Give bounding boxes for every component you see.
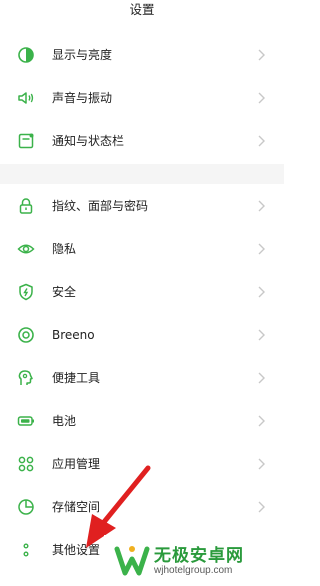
settings-item-tools[interactable]: 便捷工具 [0,357,284,399]
settings-item-label: 其他设置 [52,543,101,557]
chevron-right-icon [258,372,265,384]
settings-item-label: 电池 [52,414,77,428]
chevron-right-icon [258,243,265,255]
chevron-right-icon [258,92,265,104]
chevron-right-icon [258,286,265,298]
apps-icon [18,456,34,472]
settings-item-notification[interactable]: 通知与状态栏 [0,120,284,162]
watermark-title: 无极安卓网 [154,546,244,566]
watermark-url: wjhotelgroup.com [154,565,233,576]
tool-icon [18,370,33,385]
settings-item-security[interactable]: 安全 [0,271,284,313]
chevron-right-icon [258,329,265,341]
settings-item-label: 通知与状态栏 [52,134,125,148]
settings-item-biometrics[interactable]: 指纹、面部与密码 [0,185,284,227]
lock-icon [19,198,33,214]
eye-icon [17,244,35,254]
chevron-right-icon [258,415,265,427]
settings-item-label: 指纹、面部与密码 [52,199,149,213]
settings-item-label: Breeno [52,328,95,342]
chevron-right-icon [258,135,265,147]
settings-item-label: 显示与亮度 [52,48,113,62]
notification-icon [18,133,34,149]
settings-item-privacy[interactable]: 隐私 [0,228,284,270]
chevron-right-icon [258,501,265,513]
settings-item-battery[interactable]: 电池 [0,400,284,442]
settings-item-breeno[interactable]: Breeno [0,314,284,356]
settings-item-label: 便捷工具 [52,371,101,385]
settings-item-sound[interactable]: 声音与振动 [0,77,284,119]
chevron-right-icon [258,49,265,61]
breeno-icon [18,327,34,343]
settings-item-label: 存储空间 [52,500,101,514]
shield-icon [19,283,33,301]
settings-item-label: 安全 [52,285,77,299]
brightness-icon [18,47,34,63]
settings-item-label: 应用管理 [52,457,101,471]
speaker-icon [18,92,34,104]
watermark-logo-icon [114,546,150,576]
settings-item-label: 隐私 [52,242,77,256]
chevron-right-icon [258,458,265,470]
settings-item-label: 声音与振动 [52,91,113,105]
settings-item-display[interactable]: 显示与亮度 [0,34,284,76]
battery-icon [17,416,34,426]
settings-item-storage[interactable]: 存储空间 [0,486,284,528]
watermark: 无极安卓网 wjhotelgroup.com [104,535,284,586]
storage-icon [18,499,34,515]
page-title: 设置 [129,2,155,17]
settings-item-apps[interactable]: 应用管理 [0,443,284,485]
more-icon [23,543,29,557]
chevron-right-icon [258,200,265,212]
section-divider [0,164,284,184]
